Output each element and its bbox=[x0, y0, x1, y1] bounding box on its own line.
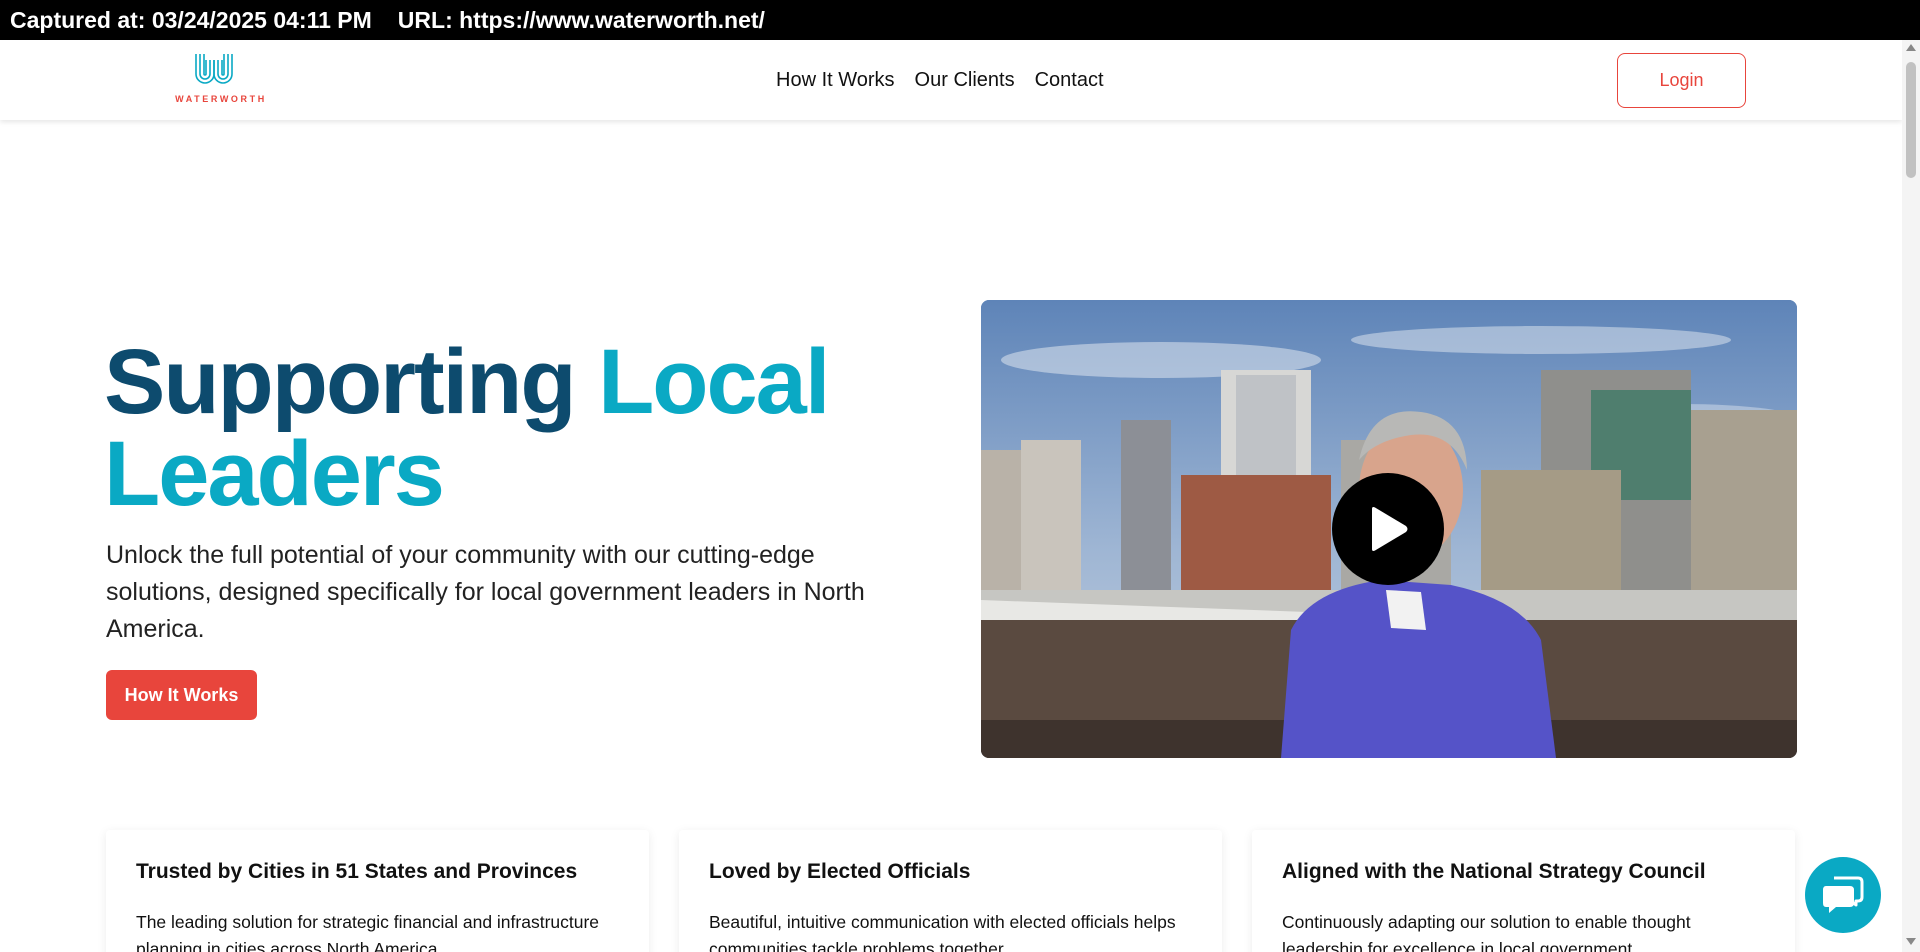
hero-title-leaders: Leaders bbox=[104, 423, 445, 525]
feature-card-title: Loved by Elected Officials bbox=[709, 860, 971, 883]
play-button[interactable] bbox=[1332, 473, 1444, 585]
hero-subtitle: Unlock the full potential of your commun… bbox=[106, 541, 865, 643]
captured-url-text: URL: https://www.waterworth.net/ bbox=[397, 7, 765, 33]
intro-video[interactable] bbox=[981, 300, 1797, 758]
nav-link-our-clients[interactable]: Our Clients bbox=[915, 69, 1015, 92]
feature-card-body: Beautiful, intuitive communication with … bbox=[709, 912, 1176, 952]
page-scrollbar[interactable] bbox=[1902, 40, 1920, 952]
scroll-down-arrow-icon[interactable] bbox=[1906, 938, 1916, 945]
feature-cards: Trusted by Cities in 51 States and Provi… bbox=[106, 830, 1796, 952]
scroll-up-arrow-icon[interactable] bbox=[1906, 44, 1916, 51]
waterworth-logo-icon bbox=[195, 54, 233, 84]
captured-at-text: Captured at: 03/24/2025 04:11 PM bbox=[10, 7, 372, 33]
hero-title-supporting: Supporting bbox=[104, 331, 577, 433]
hero-title-local: Local bbox=[598, 331, 830, 433]
chat-icon bbox=[1823, 876, 1864, 913]
chat-widget-button[interactable] bbox=[1805, 857, 1881, 933]
logo-wordmark: WATERWORTH bbox=[175, 94, 267, 104]
play-icon bbox=[1372, 507, 1408, 551]
feature-card-body: Continuously adapting our solution to en… bbox=[1282, 912, 1691, 952]
feature-card-title: Aligned with the National Strategy Counc… bbox=[1282, 860, 1706, 883]
how-it-works-button[interactable]: How It Works bbox=[106, 670, 257, 720]
scrollbar-thumb[interactable] bbox=[1906, 62, 1916, 178]
feature-card-title: Trusted by Cities in 51 States and Provi… bbox=[136, 860, 578, 883]
login-button[interactable]: Login bbox=[1617, 53, 1746, 108]
nav-link-how-it-works[interactable]: How It Works bbox=[776, 69, 895, 92]
waterworth-logo[interactable]: WATERWORTH bbox=[166, 52, 276, 108]
hero-title: Supporting Local Leaders bbox=[104, 336, 944, 520]
feature-card: Aligned with the National Strategy Counc… bbox=[1252, 830, 1795, 952]
feature-card: Trusted by Cities in 51 States and Provi… bbox=[106, 830, 649, 952]
nav-link-contact[interactable]: Contact bbox=[1035, 69, 1104, 92]
main-nav: How It Works Our Clients Contact bbox=[776, 40, 1124, 120]
feature-card: Loved by Elected Officials Beautiful, in… bbox=[679, 830, 1222, 952]
feature-card-body: The leading solution for strategic finan… bbox=[136, 912, 600, 952]
website-viewport: WATERWORTH How It Works Our Clients Cont… bbox=[0, 40, 1902, 952]
capture-info-bar: Captured at: 03/24/2025 04:11 PM URL: htt… bbox=[0, 0, 1920, 40]
site-navbar: WATERWORTH How It Works Our Clients Cont… bbox=[0, 40, 1902, 120]
